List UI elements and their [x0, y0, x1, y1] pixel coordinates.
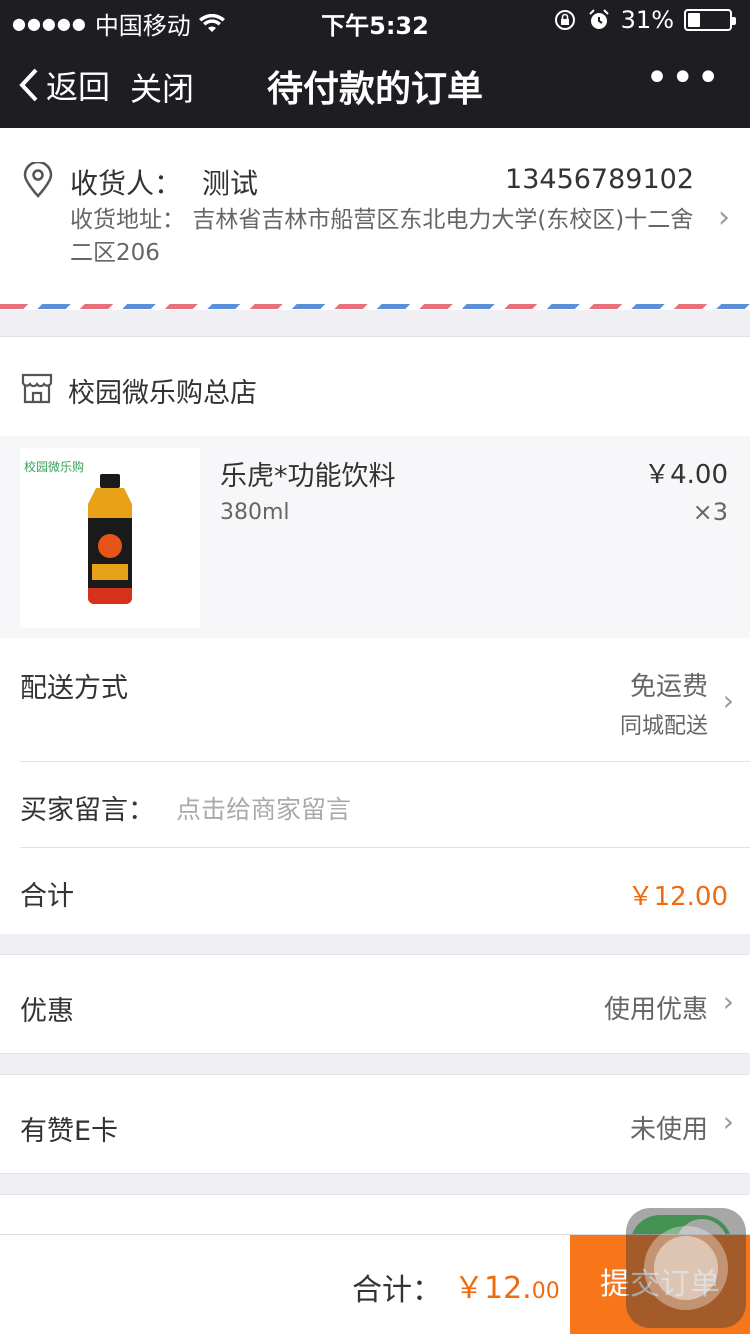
chevron-right-icon: › [722, 985, 734, 1018]
more-options-button[interactable]: ••• [645, 58, 722, 98]
coupon-label: 优惠 [20, 996, 74, 1027]
coupon-row[interactable]: 优惠 使用优惠 › [0, 954, 750, 1054]
shipping-address-card[interactable]: 收货人： 测试 13456789102 收货地址： 吉林省吉林市船营区东北电力大学… [0, 128, 750, 310]
recipient: 收货人： 测试 [70, 162, 258, 202]
ecard-value: 未使用 [629, 1115, 708, 1145]
checkout-price-main: ￥12. [454, 1271, 532, 1306]
shop-header: 校园微乐购总店 [0, 336, 750, 436]
delivery-fee: 免运费 [629, 672, 708, 702]
product-price: ￥4.00 [644, 460, 728, 490]
product-image: 校园微乐购 [20, 448, 200, 628]
checkout-price-decimal: 00 [531, 1279, 560, 1304]
assistive-touch-button[interactable] [626, 1208, 746, 1328]
total-row: 合计 ￥12.00 [0, 848, 750, 934]
buyer-message-row: 买家留言： 点击给商家留言 [0, 762, 750, 848]
address-label: 收货地址： [70, 207, 185, 233]
product-spec: 380ml [220, 500, 290, 525]
battery-level [688, 13, 700, 27]
message-input[interactable]: 点击给商家留言 [176, 790, 351, 826]
store-icon [21, 373, 53, 404]
ecard-label: 有赞E卡 [20, 1116, 119, 1147]
checkout-total-label: 合计： [352, 1273, 442, 1308]
alarm-icon [588, 9, 609, 29]
coupon-value: 使用优惠 [603, 995, 708, 1025]
chevron-right-icon: › [722, 684, 734, 717]
chevron-right-icon: › [718, 200, 730, 235]
assistive-touch-center [654, 1236, 718, 1300]
battery-percent: 31% [620, 6, 674, 34]
product-item[interactable]: 校园微乐购 乐虎*功能饮料 380ml ￥4.00 ×3 [0, 436, 750, 638]
shop-name: 校园微乐购总店 [68, 378, 257, 409]
chevron-right-icon: › [722, 1105, 734, 1138]
location-pin-icon [23, 162, 53, 198]
total-label: 合计 [20, 881, 74, 912]
delivery-method-row[interactable]: 配送方式 免运费 同城配送 › [0, 638, 750, 762]
delivery-method: 同城配送 [619, 714, 708, 739]
drink-bottle-icon [88, 474, 132, 604]
message-label: 买家留言： [20, 795, 155, 826]
product-name: 乐虎*功能饮料 [220, 461, 396, 492]
address-line: 收货地址： 吉林省吉林市船营区东北电力大学(东校区)十二舍二区206 [70, 204, 700, 270]
product-image-brand: 校园微乐购 [24, 460, 85, 474]
page-title: 待付款的订单 [266, 69, 483, 110]
airmail-border [0, 304, 750, 309]
ecard-row[interactable]: 有赞E卡 未使用 › [0, 1074, 750, 1174]
nav-bar: 返回 关闭 待付款的订单 ••• [0, 40, 750, 128]
checkout-total-price: ￥12.00 [454, 1263, 560, 1307]
battery-icon [684, 9, 736, 31]
product-quantity: ×3 [692, 498, 728, 526]
recipient-phone: 13456789102 [505, 164, 694, 195]
delivery-label: 配送方式 [20, 673, 128, 704]
rotation-lock-icon [554, 10, 575, 30]
recipient-label: 收货人： [70, 167, 183, 200]
total-value: ￥12.00 [627, 882, 728, 912]
status-bar: ●●●●● 中国移动 下午5:32 31% [0, 0, 750, 40]
recipient-name: 测试 [202, 167, 259, 200]
